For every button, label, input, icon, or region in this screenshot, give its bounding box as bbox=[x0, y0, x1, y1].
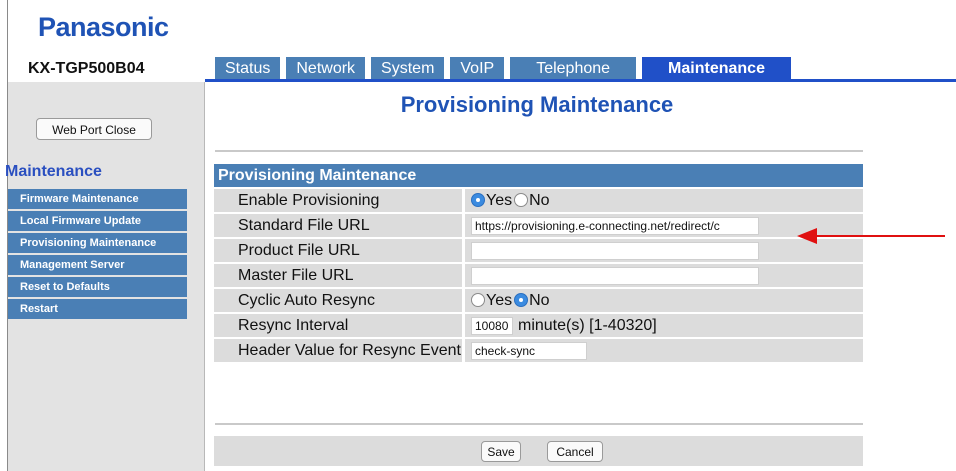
row-enable-provisioning: Enable Provisioning Yes No bbox=[214, 189, 863, 212]
sidebar-item-firmware-maintenance[interactable]: Firmware Maintenance bbox=[8, 189, 187, 211]
page-title: Provisioning Maintenance bbox=[400, 92, 674, 117]
tab-network[interactable]: Network bbox=[286, 57, 366, 79]
row-product-file-url: Product File URL bbox=[214, 239, 863, 262]
sidebar-item-restart[interactable]: Restart bbox=[8, 299, 187, 321]
row-cyclic-auto-resync: Cyclic Auto Resync Yes No bbox=[214, 289, 863, 312]
master-file-url-input[interactable] bbox=[471, 267, 759, 285]
row-resync-interval: Resync Interval 10080 minute(s) [1-40320… bbox=[214, 314, 863, 337]
provisioning-table: Provisioning Maintenance Enable Provisio… bbox=[214, 164, 863, 362]
master-file-url-label: Master File URL bbox=[214, 264, 462, 287]
sidebar-title: Maintenance bbox=[5, 163, 102, 180]
resync-interval-unit: minute(s) [1-40320] bbox=[518, 317, 657, 334]
enable-provisioning-yes-radio[interactable] bbox=[471, 193, 485, 207]
standard-file-url-input[interactable]: https://provisioning.e-connecting.net/re… bbox=[471, 217, 759, 235]
main-tabs: Status Network System VoIP Telephone Mai… bbox=[215, 57, 791, 79]
tab-status[interactable]: Status bbox=[215, 57, 281, 79]
enable-provisioning-value: Yes No bbox=[465, 189, 863, 212]
enable-provisioning-yes-label: Yes bbox=[486, 192, 513, 209]
panasonic-logo: Panasonic bbox=[38, 12, 169, 42]
enable-provisioning-label: Enable Provisioning bbox=[214, 189, 462, 212]
sidebar-item-management-server[interactable]: Management Server bbox=[8, 255, 187, 277]
master-file-url-cell bbox=[465, 264, 863, 287]
header-value-cell: check-sync bbox=[465, 339, 863, 362]
form-footer: Save Cancel bbox=[214, 436, 863, 466]
web-port-close-button[interactable]: Web Port Close bbox=[36, 118, 152, 140]
cyclic-auto-resync-no-label: No bbox=[529, 292, 550, 309]
cyclic-auto-resync-yes-radio[interactable] bbox=[471, 293, 485, 307]
header: Panasonic bbox=[8, 0, 956, 56]
divider-bottom bbox=[215, 423, 863, 426]
product-file-url-input[interactable] bbox=[471, 242, 759, 260]
cyclic-auto-resync-no-radio[interactable] bbox=[514, 293, 529, 307]
resync-interval-input[interactable]: 10080 bbox=[471, 317, 513, 335]
standard-file-url-label: Standard File URL bbox=[214, 214, 462, 237]
main-content: Provisioning Maintenance Provisioning Ma… bbox=[205, 82, 956, 471]
enable-provisioning-no-label: No bbox=[529, 192, 550, 209]
resync-interval-label: Resync Interval bbox=[214, 314, 462, 337]
red-arrow-annotation bbox=[797, 228, 945, 244]
tab-telephone[interactable]: Telephone bbox=[510, 57, 637, 79]
cyclic-auto-resync-value: Yes No bbox=[465, 289, 863, 312]
row-master-file-url: Master File URL bbox=[214, 264, 863, 287]
enable-provisioning-no-radio[interactable] bbox=[514, 193, 529, 207]
divider-top bbox=[215, 150, 863, 153]
device-model: KX-TGP500B04 bbox=[28, 60, 145, 77]
save-button[interactable]: Save bbox=[481, 441, 521, 462]
header-value-input[interactable]: check-sync bbox=[471, 342, 587, 360]
sidebar: Web Port Close Maintenance Firmware Main… bbox=[5, 82, 205, 471]
resync-interval-cell: 10080 minute(s) [1-40320] bbox=[465, 314, 863, 337]
product-file-url-label: Product File URL bbox=[214, 239, 462, 262]
sidebar-menu: Firmware Maintenance Local Firmware Upda… bbox=[8, 189, 187, 321]
sidebar-item-reset-to-defaults[interactable]: Reset to Defaults bbox=[8, 277, 187, 299]
sidebar-item-local-firmware-update[interactable]: Local Firmware Update bbox=[8, 211, 187, 233]
cyclic-auto-resync-yes-label: Yes bbox=[486, 292, 513, 309]
row-standard-file-url: Standard File URL https://provisioning.e… bbox=[214, 214, 863, 237]
row-header-value: Header Value for Resync Event check-sync bbox=[214, 339, 863, 362]
sidebar-item-provisioning-maintenance[interactable]: Provisioning Maintenance bbox=[8, 233, 187, 255]
section-title: Provisioning Maintenance bbox=[214, 164, 863, 187]
header-value-label: Header Value for Resync Event bbox=[214, 339, 462, 362]
tab-system[interactable]: System bbox=[371, 57, 445, 79]
tab-voip[interactable]: VoIP bbox=[450, 57, 505, 79]
cancel-button[interactable]: Cancel bbox=[547, 441, 603, 462]
tab-maintenance[interactable]: Maintenance bbox=[642, 57, 791, 79]
cyclic-auto-resync-label: Cyclic Auto Resync bbox=[214, 289, 462, 312]
